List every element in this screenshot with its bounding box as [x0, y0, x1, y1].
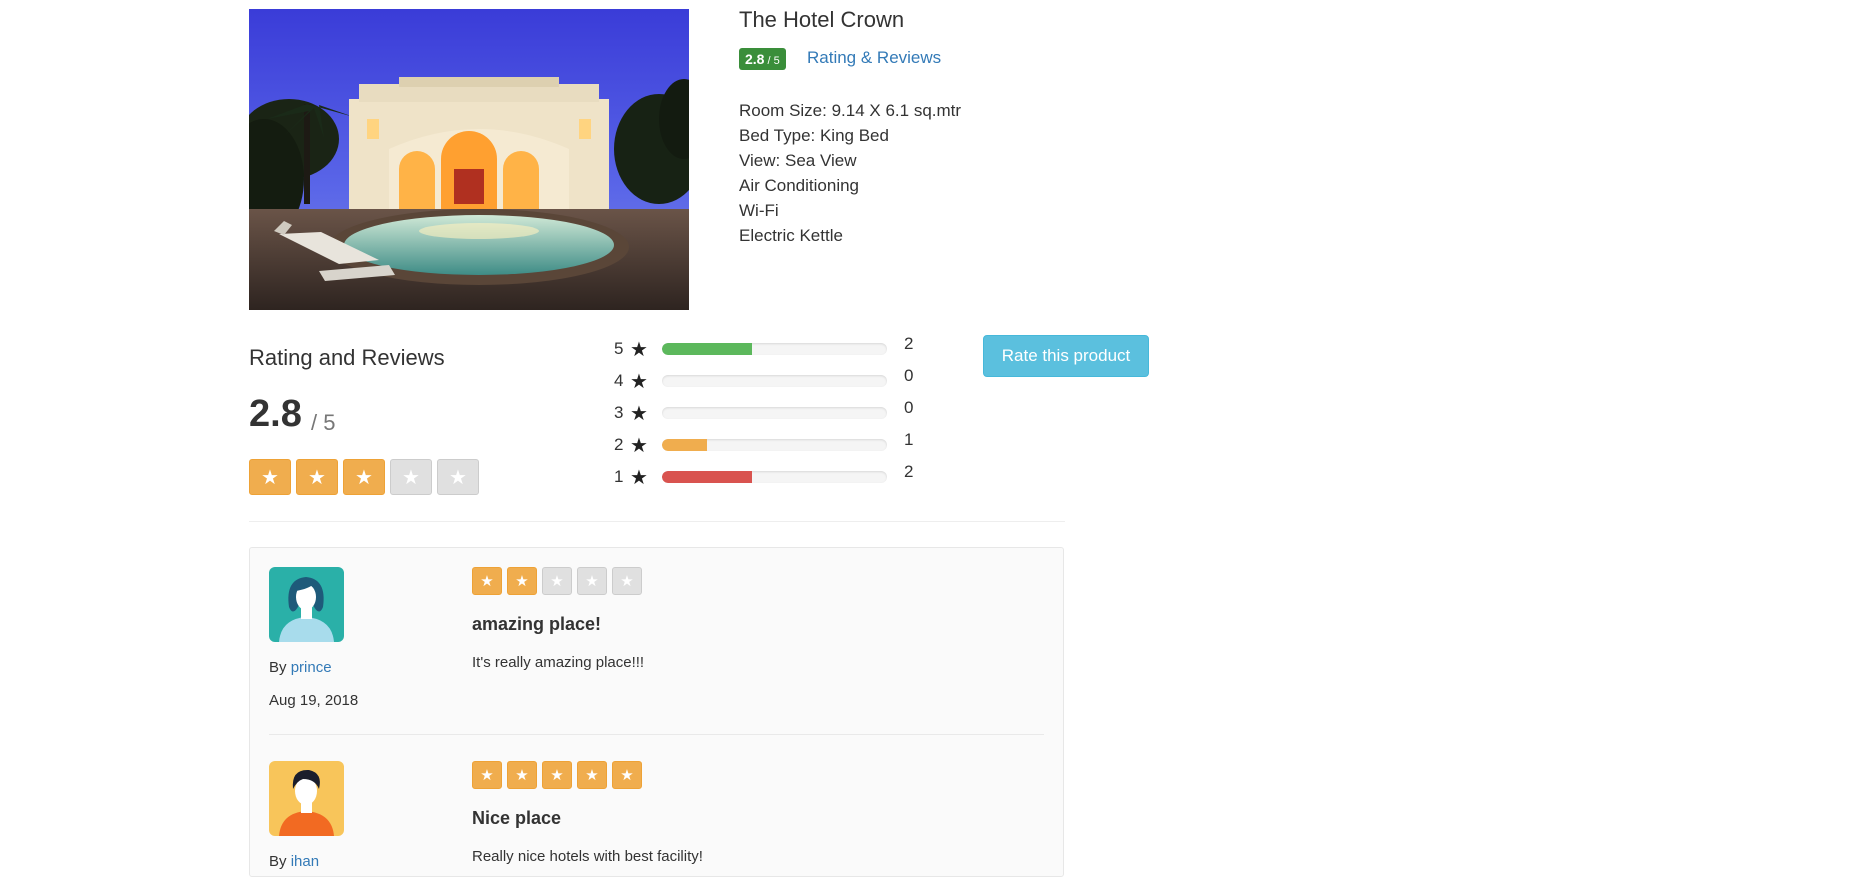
- breakdown-bar: [662, 343, 887, 355]
- review-star-rating: ★ ★ ★ ★ ★: [472, 761, 642, 789]
- female-avatar-icon: [269, 567, 344, 642]
- breakdown-count: 2: [904, 334, 914, 353]
- star-filled-icon: ★: [296, 459, 338, 495]
- star-filled-icon: ★: [472, 761, 502, 789]
- breakdown-row-4-star: 4 ★ 0: [614, 366, 914, 394]
- breakdown-bar-fill: [662, 471, 752, 483]
- review-star-rating: ★ ★ ★ ★ ★: [472, 567, 642, 595]
- star-icon: ★: [630, 466, 648, 489]
- review-by-label: By: [269, 659, 291, 676]
- review-author-link[interactable]: prince: [291, 659, 332, 676]
- star-empty-icon: ★: [542, 567, 572, 595]
- star-filled-icon: ★: [542, 761, 572, 789]
- star-empty-icon: ★: [577, 567, 607, 595]
- breakdown-count: 1: [904, 430, 914, 449]
- review-text: It's really amazing place!!!: [472, 654, 645, 671]
- breakdown-row-5-star: 5 ★ 2: [614, 334, 914, 362]
- star-icon: ★: [630, 370, 648, 393]
- breakdown-bar-fill: [662, 343, 752, 355]
- rating-badge-value: 2.8: [745, 51, 765, 67]
- breakdown-bar-fill: [662, 439, 707, 451]
- rating-reviews-heading: Rating and Reviews: [249, 345, 445, 370]
- hotel-name: The Hotel Crown: [739, 7, 905, 32]
- review-date: Aug 19, 2018: [269, 692, 359, 709]
- breakdown-count: 0: [904, 366, 914, 385]
- star-filled-icon: ★: [472, 567, 502, 595]
- review-title: amazing place!: [472, 614, 602, 634]
- feature-bed-type: Bed Type: King Bed: [739, 126, 889, 145]
- feature-air-conditioning: Air Conditioning: [739, 176, 860, 195]
- review-title: Nice place: [472, 808, 562, 828]
- review-text: Really nice hotels with best facility!: [472, 848, 703, 865]
- breakdown-row-2-star: 2 ★ 1: [614, 430, 914, 458]
- feature-electric-kettle: Electric Kettle: [739, 226, 843, 245]
- room-features-list: Room Size: 9.14 X 6.1 sq.mtr Bed Type: K…: [739, 98, 961, 248]
- star-filled-icon: ★: [249, 459, 291, 495]
- breakdown-star-number: 2: [614, 435, 624, 454]
- star-icon: ★: [630, 402, 648, 425]
- rating-badge: 2.8 / 5: [739, 48, 786, 70]
- feature-wifi: Wi-Fi: [739, 201, 779, 220]
- breakdown-count: 0: [904, 398, 914, 417]
- average-score: 2.8: [249, 393, 302, 435]
- breakdown-count: 2: [904, 462, 914, 481]
- star-filled-icon: ★: [507, 761, 537, 789]
- male-avatar-icon: [269, 761, 344, 836]
- star-empty-icon: ★: [612, 567, 642, 595]
- rating-badge-suffix: / 5: [764, 55, 780, 67]
- breakdown-bar: [662, 375, 887, 387]
- breakdown-star-number: 4: [614, 371, 624, 390]
- breakdown-star-number: 1: [614, 467, 624, 486]
- breakdown-row-1-star: 1 ★ 2: [614, 462, 914, 490]
- star-icon: ★: [630, 434, 648, 457]
- review-author-line: By prince: [269, 659, 332, 676]
- feature-room-size: Room Size: 9.14 X 6.1 sq.mtr: [739, 101, 962, 120]
- feature-view: View: Sea View: [739, 151, 857, 170]
- breakdown-bar: [662, 471, 887, 483]
- average-star-rating: ★ ★ ★ ★ ★: [249, 459, 479, 495]
- breakdown-bar: [662, 439, 887, 451]
- section-divider: [249, 521, 1065, 522]
- reviews-list: By prince Aug 19, 2018 ★ ★ ★ ★ ★ amazing pla…: [249, 547, 1064, 877]
- breakdown-star-number: 3: [614, 403, 624, 422]
- star-filled-icon: ★: [612, 761, 642, 789]
- score-out-of: / 5: [311, 410, 336, 435]
- hotel-photo: [249, 9, 689, 310]
- breakdown-star-number: 5: [614, 339, 624, 358]
- rate-product-button[interactable]: Rate this product: [983, 335, 1149, 377]
- breakdown-row-3-star: 3 ★ 0: [614, 398, 914, 426]
- star-empty-icon: ★: [390, 459, 432, 495]
- star-icon: ★: [630, 338, 648, 361]
- star-filled-icon: ★: [343, 459, 385, 495]
- star-empty-icon: ★: [437, 459, 479, 495]
- star-filled-icon: ★: [507, 567, 537, 595]
- rating-reviews-link[interactable]: Rating & Reviews: [807, 48, 941, 68]
- breakdown-bar: [662, 407, 887, 419]
- review-separator: [269, 734, 1044, 735]
- star-filled-icon: ★: [577, 761, 607, 789]
